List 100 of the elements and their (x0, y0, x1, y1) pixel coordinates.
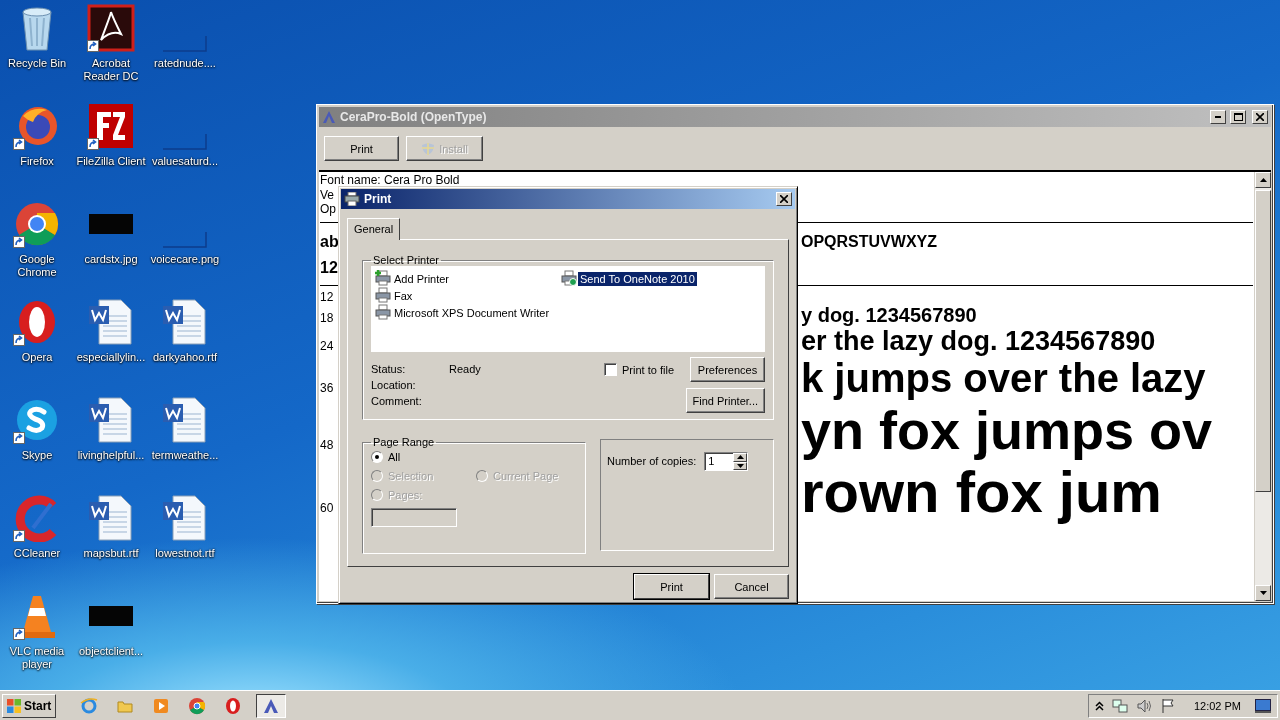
close-button[interactable] (1252, 110, 1268, 124)
copies-label: Number of copies: (607, 454, 697, 467)
print-button[interactable]: Print (634, 574, 709, 599)
dialog-title: Print (364, 192, 393, 206)
desktop-icon-label[interactable]: darkyahoo.rtf (149, 351, 221, 364)
taskbar-app-button[interactable] (256, 693, 287, 718)
chrome-icon (188, 696, 207, 715)
print-to-file-checkbox[interactable] (604, 363, 618, 376)
printer-item[interactable]: Microsoft XPS Document Writer (392, 305, 552, 320)
font-info-text: Op (320, 202, 336, 217)
copies-spinner[interactable]: 1 (704, 452, 749, 471)
desktop-icon-label[interactable]: Skype (1, 449, 73, 462)
point-size-label: 12 (320, 289, 334, 304)
desktop-icon-label[interactable]: livinghelpful... (75, 449, 147, 462)
desktop-icon-label[interactable]: Acrobat Reader DC (75, 57, 147, 83)
cancel-button[interactable]: Cancel (714, 574, 789, 599)
maximize-icon (1233, 113, 1243, 121)
desktop-icon-label[interactable]: Google Chrome (1, 253, 73, 279)
minimize-button[interactable] (1210, 110, 1226, 124)
font-info-text: Font name: Cera Pro Bold (320, 173, 460, 188)
alphabet-sample: ab (320, 231, 339, 252)
desktop-icon-label[interactable]: termweathe... (149, 449, 221, 462)
image-thumbnail-icon (163, 134, 207, 150)
detail-value: Ready (449, 363, 482, 375)
point-size-label: 36 (320, 380, 334, 395)
chrome-icon (13, 200, 61, 248)
desktop-icon-label[interactable]: cardstx.jpg (75, 253, 147, 266)
word-document-icon (161, 494, 209, 542)
chevron-up-icon[interactable] (1094, 700, 1104, 711)
alphabet-sample: OPQRSTUVWXYZ (801, 231, 937, 252)
clock[interactable]: 12:02 PM (1193, 699, 1241, 712)
word-document-icon (161, 298, 209, 346)
media-player-icon (152, 696, 171, 715)
font-sample-text: yn fox jumps ov (801, 401, 1213, 459)
desktop-icon-label[interactable]: Opera (1, 351, 73, 364)
maximize-button[interactable] (1230, 110, 1246, 124)
point-size-label: 24 (320, 338, 334, 353)
tab[interactable]: General (347, 218, 401, 240)
scroll-up-button[interactable] (1255, 172, 1271, 188)
desktop-icon-label[interactable]: lowestnot.rtf (149, 547, 221, 560)
desktop-icon-label[interactable]: CCleaner (1, 547, 73, 560)
image-thumbnail-icon (163, 232, 207, 248)
desktop-icon-label[interactable]: especiallylin... (75, 351, 147, 364)
desktop-icon-label[interactable]: FileZilla Client (75, 155, 147, 168)
preferences-button[interactable]: Preferences (690, 357, 765, 382)
point-size-label: 48 (320, 437, 334, 452)
close-icon (780, 195, 788, 203)
desktop-icon-label[interactable]: ratednude.... (149, 57, 221, 70)
printer-item[interactable]: Send To OneNote 2010 (578, 271, 697, 286)
printer-icon (344, 192, 360, 206)
window-title: CeraPro-Bold (OpenType) (340, 110, 488, 124)
font-sample-text: y dog. 1234567890 (801, 304, 977, 326)
font-sample-text: er the lazy dog. 1234567890 (801, 326, 1156, 355)
point-size-label: 18 (320, 310, 334, 325)
opera-icon (224, 696, 243, 715)
scroll-thumb[interactable] (1255, 190, 1271, 492)
desktop-icon-label[interactable]: Firefox (1, 155, 73, 168)
word-document-icon (161, 396, 209, 444)
detail-label: Comment: (371, 395, 423, 407)
desktop-icon-label[interactable]: voicecare.png (149, 253, 221, 266)
start-button[interactable]: Start (2, 693, 57, 718)
word-document-icon (87, 494, 135, 542)
find-printer-button[interactable]: Find Printer... (685, 388, 765, 413)
word-document-icon (87, 298, 135, 346)
network-icon[interactable] (1111, 697, 1128, 714)
radio-option[interactable]: All (371, 451, 476, 463)
word-document-icon (87, 396, 135, 444)
desktop-icon-label[interactable]: valuesaturd... (149, 155, 221, 168)
down-arrow-icon (736, 463, 744, 468)
print-button[interactable]: Print (324, 136, 399, 161)
windows-logo (7, 698, 21, 713)
close-button[interactable] (776, 192, 792, 206)
scroll-down-button[interactable] (1255, 585, 1271, 601)
desktop-icon-label[interactable]: Recycle Bin (1, 57, 73, 70)
group-title: Page Range (372, 436, 436, 448)
digits-sample: 12 (320, 257, 338, 278)
shield-icon (421, 141, 436, 156)
printer-item[interactable]: Fax (392, 288, 415, 303)
speaker-icon[interactable] (1135, 697, 1152, 714)
vertical-scrollbar[interactable] (1254, 172, 1271, 601)
close-icon (1256, 113, 1264, 121)
printer-icon (375, 303, 391, 322)
printer-item[interactable]: Add Printer (392, 271, 452, 286)
font-app-icon (322, 110, 336, 124)
show-desktop-icon[interactable] (1255, 698, 1271, 713)
image-thumbnail-icon (163, 36, 207, 52)
flag-icon[interactable] (1159, 697, 1176, 714)
detail-label: Location: (371, 379, 417, 391)
filezilla-icon (87, 102, 135, 150)
font-sample-text: k jumps over the lazy (801, 356, 1206, 399)
image-thumbnail-icon (89, 606, 133, 626)
minimize-icon (1215, 116, 1221, 118)
down-arrow-icon (1259, 591, 1267, 595)
group-title: Select Printer (372, 254, 441, 266)
desktop-icon-label[interactable]: mapsbut.rtf (75, 547, 147, 560)
radio-dot-icon (375, 455, 379, 459)
checkbox-label: Print to file (622, 363, 674, 376)
detail-label: Status: (371, 363, 407, 375)
font-info-text: Ve (320, 187, 334, 202)
printer-icon (561, 269, 577, 288)
